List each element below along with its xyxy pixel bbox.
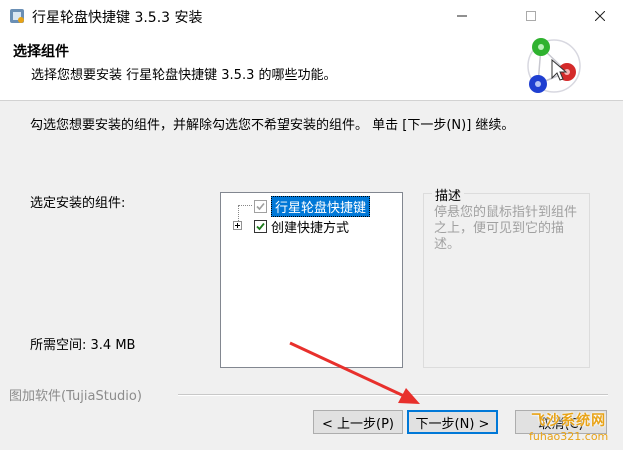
tree-connector-line	[238, 205, 252, 206]
divider	[178, 394, 608, 396]
installer-icon	[10, 9, 24, 23]
page-header: 选择组件 选择您想要安装 行星轮盘快捷键 3.5.3 的哪些功能。	[0, 32, 623, 101]
back-button[interactable]: < 上一步(P)	[313, 410, 403, 434]
title-bar: 行星轮盘快捷键 3.5.3 安装	[0, 0, 623, 32]
brand-label: 图加软件(TujiaStudio)	[9, 389, 142, 404]
expand-icon[interactable]	[233, 221, 242, 230]
minimize-button[interactable]	[439, 0, 485, 32]
maximize-icon	[526, 11, 536, 21]
components-label: 选定安装的组件:	[30, 196, 126, 211]
watermark-url: fuhao321.com	[529, 430, 609, 443]
page-title: 选择组件	[13, 44, 69, 60]
component-label: 行星轮盘快捷键	[271, 195, 371, 217]
space-required-label: 所需空间: 3.4 MB	[30, 338, 136, 353]
component-item[interactable]: 创建快捷方式	[254, 217, 350, 236]
close-button[interactable]	[577, 0, 623, 32]
colored-balls-logo-icon	[527, 38, 581, 93]
minimize-icon	[457, 15, 467, 17]
maximize-button[interactable]	[508, 0, 554, 32]
watermark: 飞沙系统网 fuhao321.com	[529, 410, 608, 443]
watermark-title: 飞沙系统网	[531, 413, 607, 429]
component-label: 创建快捷方式	[271, 220, 350, 236]
description-text: 停悬您的鼠标指针到组件之上，便可见到它的描述。	[434, 205, 578, 252]
window-title: 行星轮盘快捷键 3.5.3 安装	[32, 10, 203, 26]
next-button[interactable]: 下一步(N) >	[407, 410, 498, 434]
close-icon	[595, 11, 605, 21]
components-tree[interactable]: 行星轮盘快捷键 创建快捷方式	[220, 192, 403, 368]
checkbox-checked[interactable]	[254, 219, 267, 233]
page-subtitle: 选择您想要安装 行星轮盘快捷键 3.5.3 的哪些功能。	[31, 68, 337, 83]
checkbox-checked-disabled	[254, 199, 267, 213]
description-legend: 描述	[432, 185, 465, 204]
description-box: 描述 停悬您的鼠标指针到组件之上，便可见到它的描述。	[423, 185, 590, 368]
intro-text: 勾选您想要安装的组件，并解除勾选您不希望安装的组件。 单击 [下一步(N)] 继…	[30, 118, 515, 133]
component-item[interactable]: 行星轮盘快捷键	[254, 195, 371, 217]
